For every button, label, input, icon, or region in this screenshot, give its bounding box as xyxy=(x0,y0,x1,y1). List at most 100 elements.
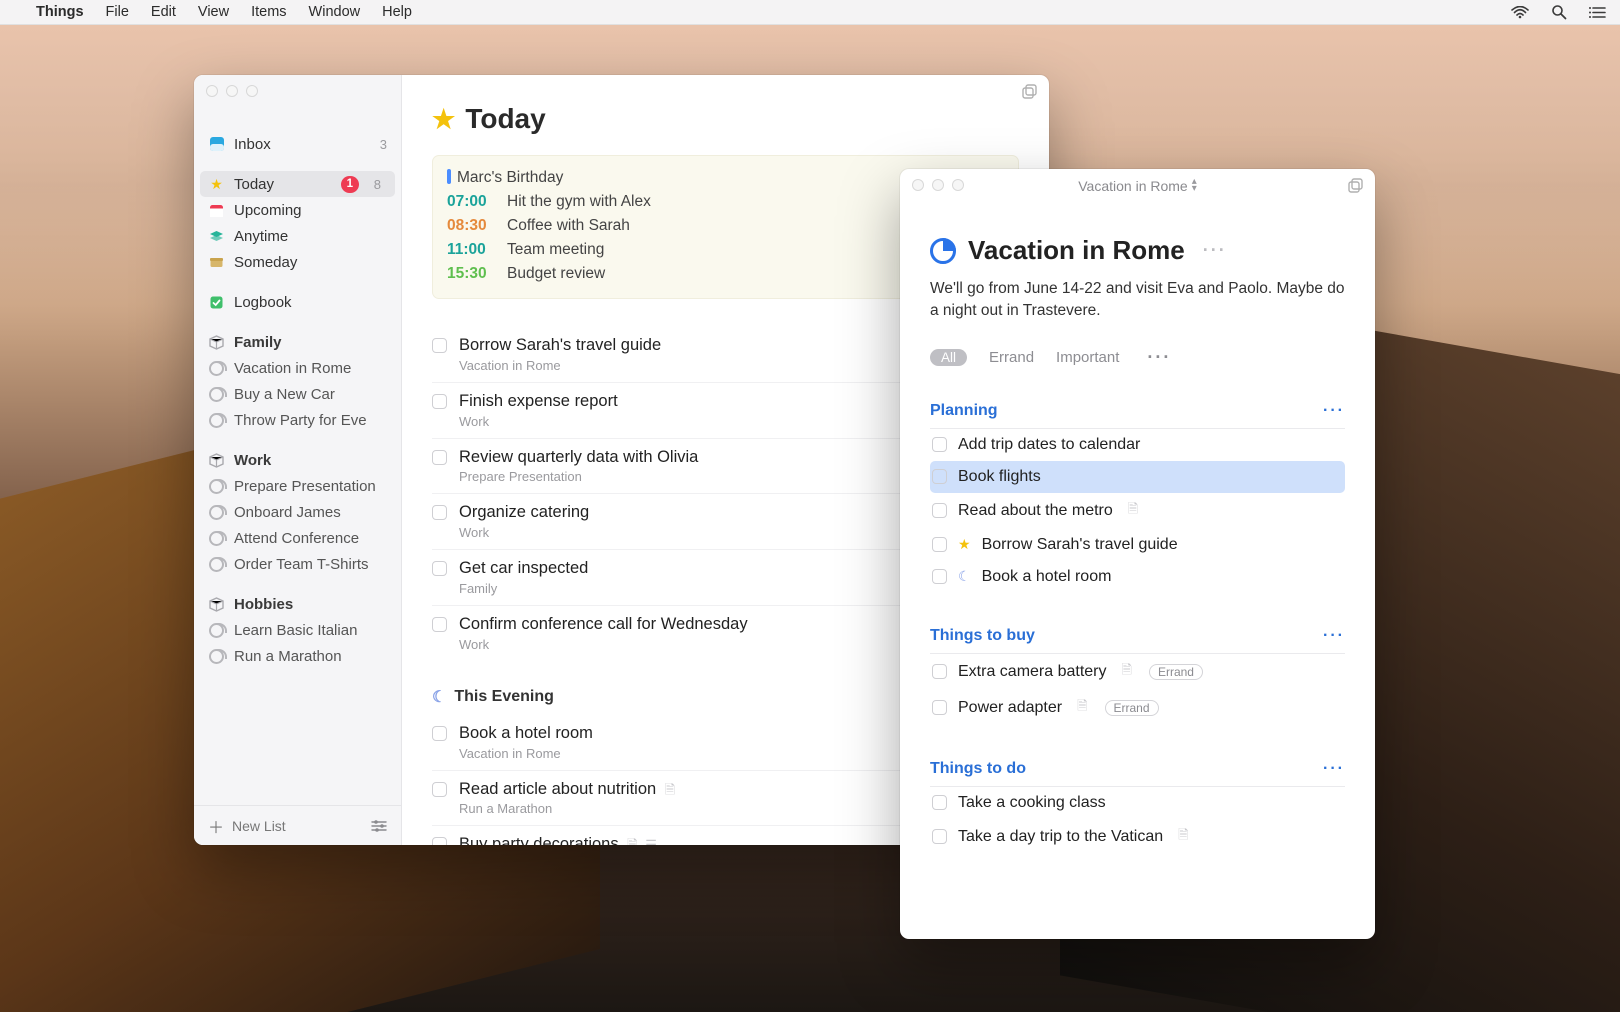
minimize-button[interactable] xyxy=(226,85,238,97)
more-icon[interactable]: ··· xyxy=(1323,760,1345,778)
new-list-button[interactable]: New List xyxy=(232,818,363,834)
todo-item[interactable]: Read about the metro🗎 xyxy=(930,493,1345,529)
sidebar-project[interactable]: Learn Basic Italian xyxy=(194,617,401,643)
todo-item[interactable]: Take a cooking class xyxy=(930,787,1345,819)
menu-view[interactable]: View xyxy=(198,4,229,20)
menu-file[interactable]: File xyxy=(106,4,129,20)
checkbox[interactable] xyxy=(432,617,447,632)
checkbox[interactable] xyxy=(932,829,947,844)
sidebar-area[interactable]: Hobbies xyxy=(194,591,401,617)
checkbox[interactable] xyxy=(932,503,947,518)
plus-icon[interactable]: ＋ xyxy=(208,814,224,838)
settings-icon[interactable] xyxy=(371,819,387,833)
todo-item[interactable]: Book flights xyxy=(930,461,1345,493)
sidebar-today[interactable]: ★ Today 1 8 xyxy=(200,171,395,197)
sidebar-project[interactable]: Attend Conference xyxy=(194,525,401,551)
checkbox[interactable] xyxy=(432,726,447,741)
section-heading[interactable]: Things to buy··· xyxy=(930,627,1345,654)
more-icon[interactable]: ··· xyxy=(1323,402,1345,420)
todo-item[interactable]: Power adapter🗎Errand xyxy=(930,690,1345,726)
checkbox[interactable] xyxy=(432,561,447,576)
box-icon xyxy=(208,334,225,351)
spotlight-icon[interactable] xyxy=(1551,4,1567,20)
window-stack-icon[interactable] xyxy=(1022,84,1037,99)
todo-sub: Vacation in Rome xyxy=(459,746,593,761)
project-label: Prepare Presentation xyxy=(234,478,387,495)
todo-item[interactable]: Take a day trip to the Vatican🗎 xyxy=(930,819,1345,855)
project-description[interactable]: We'll go from June 14-22 and visit Eva a… xyxy=(930,278,1345,323)
sidebar-project[interactable]: Onboard James xyxy=(194,499,401,525)
more-icon[interactable]: ··· xyxy=(1147,347,1171,368)
todo-title: Book flights xyxy=(958,468,1041,486)
filter-important[interactable]: Important xyxy=(1056,349,1119,366)
checkbox[interactable] xyxy=(432,505,447,520)
filter-errand[interactable]: Errand xyxy=(989,349,1034,366)
tag[interactable]: Errand xyxy=(1105,700,1159,716)
sidebar-upcoming[interactable]: Upcoming xyxy=(194,197,401,223)
sidebar-project[interactable]: Throw Party for Eve xyxy=(194,407,401,433)
checkbox[interactable] xyxy=(932,469,947,484)
wifi-icon[interactable] xyxy=(1511,6,1529,19)
checkbox[interactable] xyxy=(932,700,947,715)
checkbox[interactable] xyxy=(932,537,947,552)
checkbox[interactable] xyxy=(432,450,447,465)
app-menu[interactable]: Things xyxy=(36,4,84,20)
checkbox[interactable] xyxy=(432,338,447,353)
sidebar-area[interactable]: Work xyxy=(194,447,401,473)
checkbox[interactable] xyxy=(432,837,447,845)
todo-item[interactable]: ★Borrow Sarah's travel guide xyxy=(930,529,1345,561)
menu-window[interactable]: Window xyxy=(309,4,361,20)
area-label: Work xyxy=(234,452,387,469)
checkbox[interactable] xyxy=(932,795,947,810)
section-heading[interactable]: Planning··· xyxy=(930,402,1345,429)
sidebar-project[interactable]: Prepare Presentation xyxy=(194,473,401,499)
menu-bar: Things File Edit View Items Window Help xyxy=(0,0,1620,25)
dot-icon xyxy=(447,169,451,184)
sidebar-logbook[interactable]: Logbook xyxy=(194,289,401,315)
heading-text: Things to do xyxy=(930,760,1026,778)
todo-item[interactable]: ☾Book a hotel room xyxy=(930,561,1345,593)
zoom-button[interactable] xyxy=(246,85,258,97)
checkbox[interactable] xyxy=(432,782,447,797)
sidebar-footer: ＋ New List xyxy=(194,805,401,845)
project-label: Learn Basic Italian xyxy=(234,622,387,639)
section-heading[interactable]: Things to do ··· xyxy=(930,760,1345,787)
star-icon: ★ xyxy=(208,176,225,193)
menu-edit[interactable]: Edit xyxy=(151,4,176,20)
todo-item[interactable]: Add trip dates to calendar xyxy=(930,429,1345,461)
sidebar-area[interactable]: Family xyxy=(194,329,401,355)
close-button[interactable] xyxy=(206,85,218,97)
note-icon: 🗎 xyxy=(1077,697,1087,719)
sidebar-project[interactable]: Order Team T-Shirts xyxy=(194,551,401,577)
sidebar-project[interactable]: Run a Marathon xyxy=(194,643,401,669)
event-time: 07:00 xyxy=(447,190,499,214)
sidebar-label: Upcoming xyxy=(234,202,387,219)
filter-all[interactable]: All xyxy=(930,349,967,366)
todo-title: Book a hotel room xyxy=(459,724,593,744)
todo-title: Review quarterly data with Olivia xyxy=(459,448,698,468)
event-title: Marc's Birthday xyxy=(457,169,563,186)
more-icon[interactable]: ··· xyxy=(1323,627,1345,645)
menu-items[interactable]: Items xyxy=(251,4,286,20)
checkbox[interactable] xyxy=(932,664,947,679)
tag[interactable]: Errand xyxy=(1149,664,1203,680)
event-title: Coffee with Sarah xyxy=(507,214,630,238)
sidebar-anytime[interactable]: Anytime xyxy=(194,223,401,249)
sidebar-inbox[interactable]: Inbox 3 xyxy=(194,131,401,157)
sidebar-project[interactable]: Buy a New Car xyxy=(194,381,401,407)
window-stack-icon[interactable] xyxy=(1348,178,1363,193)
project-label: Vacation in Rome xyxy=(234,360,387,377)
todo-title: Add trip dates to calendar xyxy=(958,436,1140,454)
todo-item[interactable]: Extra camera battery🗎Errand xyxy=(930,654,1345,690)
menu-extras-icon[interactable] xyxy=(1589,6,1606,19)
checkbox[interactable] xyxy=(932,437,947,452)
sidebar-project[interactable]: Vacation in Rome xyxy=(194,355,401,381)
more-icon[interactable]: ··· xyxy=(1203,240,1227,261)
menu-help[interactable]: Help xyxy=(382,4,412,20)
sidebar-someday[interactable]: Someday xyxy=(194,249,401,275)
todo-sub: Family xyxy=(459,581,588,596)
window-title[interactable]: Vacation in Rome▴▾ xyxy=(900,178,1375,194)
checkbox[interactable] xyxy=(432,394,447,409)
checkbox[interactable] xyxy=(932,569,947,584)
star-icon: ★ xyxy=(432,104,455,135)
